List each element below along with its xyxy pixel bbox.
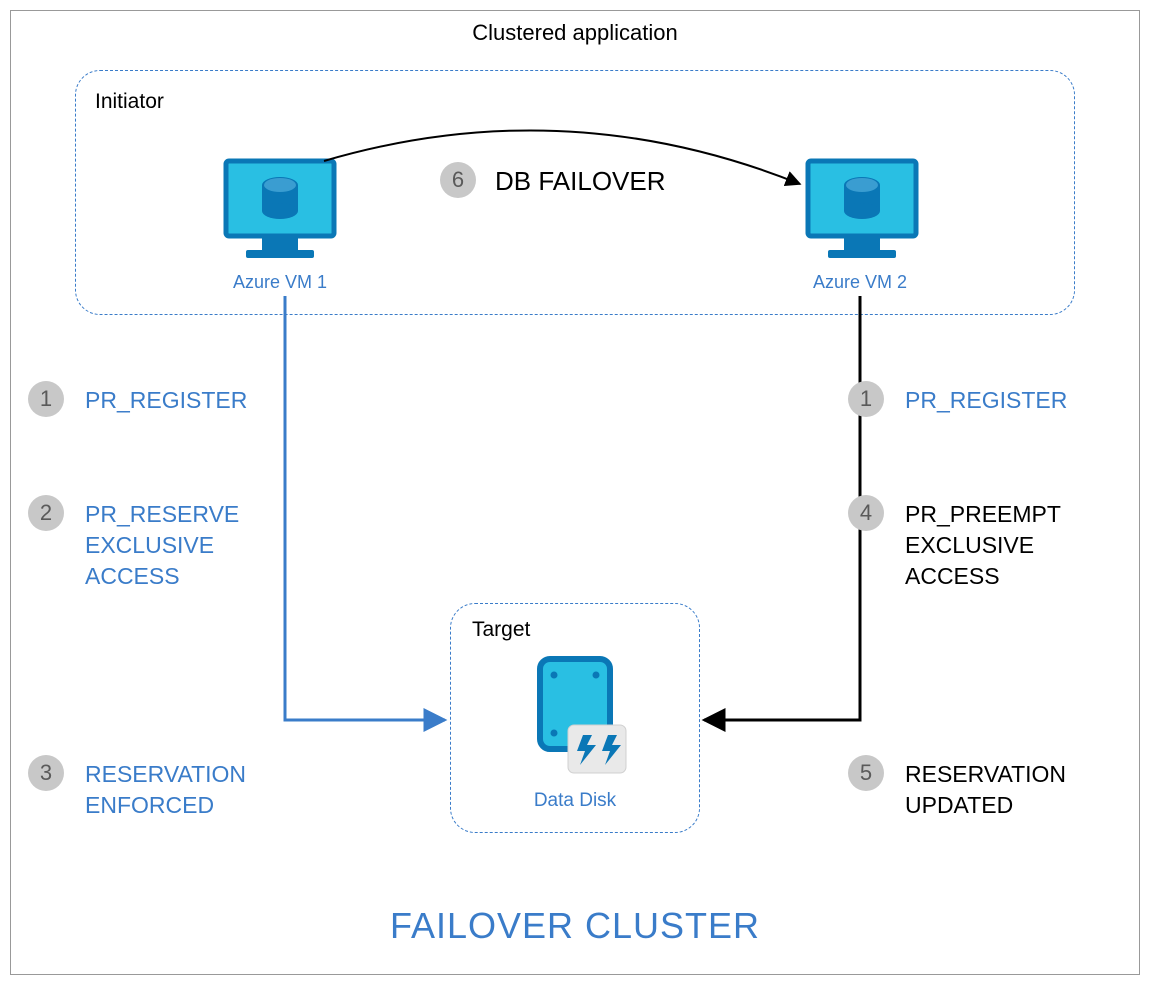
- step-5-badge: 5: [848, 755, 884, 791]
- step-3-text: RESERVATIONENFORCED: [85, 759, 246, 821]
- step-6-text: DB FAILOVER: [495, 164, 666, 199]
- initiator-label: Initiator: [95, 90, 164, 114]
- step-1-right-text: PR_REGISTER: [905, 385, 1067, 416]
- data-disk-label: Data Disk: [525, 790, 625, 812]
- footer-title: FAILOVER CLUSTER: [0, 905, 1150, 947]
- target-label: Target: [472, 618, 530, 642]
- vm2-label: Azure VM 2: [790, 272, 930, 293]
- vm1-icon: [220, 155, 340, 255]
- step-2-badge: 2: [28, 495, 64, 531]
- step-4-badge: 4: [848, 495, 884, 531]
- step-2-text: PR_RESERVEEXCLUSIVEACCESS: [85, 499, 239, 592]
- vm2-icon: [802, 155, 922, 255]
- data-disk-icon: [530, 655, 630, 790]
- step-5-text: RESERVATIONUPDATED: [905, 759, 1066, 821]
- step-1-left-text: PR_REGISTER: [85, 385, 247, 416]
- diagram-title: Clustered application: [0, 20, 1150, 46]
- step-1-left-badge: 1: [28, 381, 64, 417]
- step-3-badge: 3: [28, 755, 64, 791]
- vm1-label: Azure VM 1: [210, 272, 350, 293]
- step-4-text: PR_PREEMPTEXCLUSIVEACCESS: [905, 499, 1061, 592]
- step-6-badge: 6: [440, 162, 476, 198]
- step-1-right-badge: 1: [848, 381, 884, 417]
